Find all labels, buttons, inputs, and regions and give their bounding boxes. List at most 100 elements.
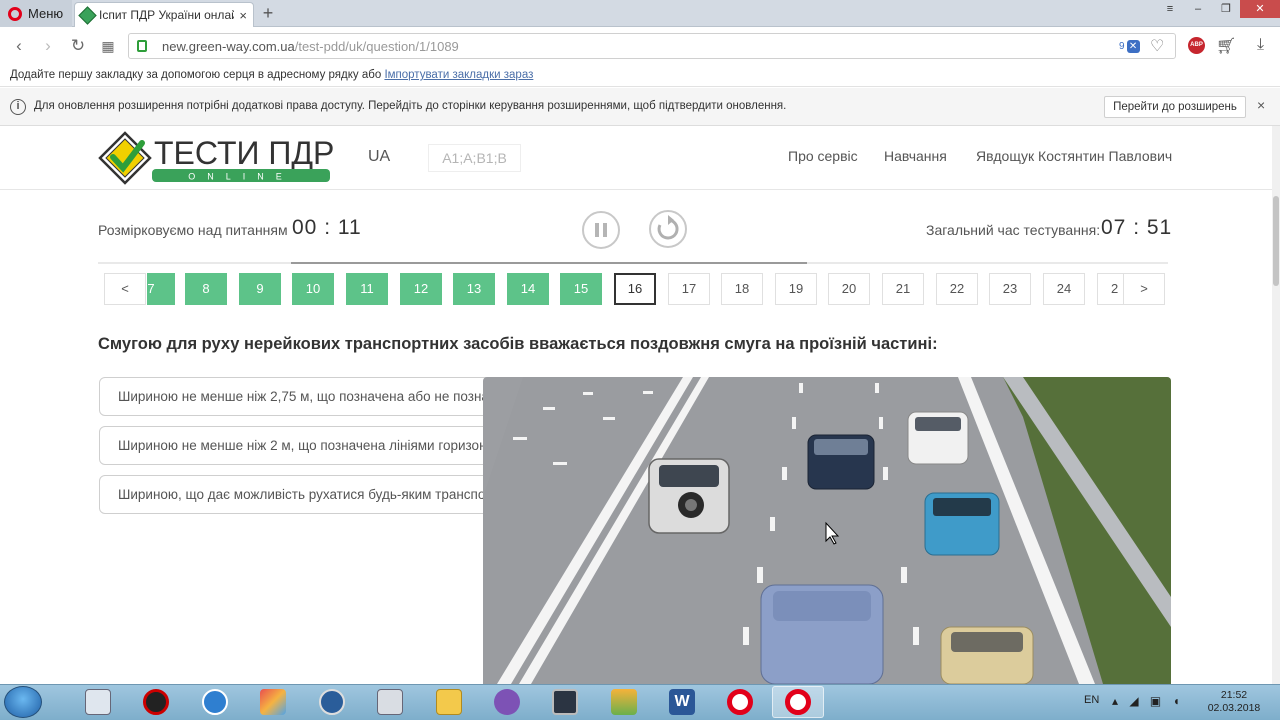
clock-date: 02.03.2018 (1207, 702, 1261, 714)
question-timer-label: Розмірковуємо над питанням (98, 222, 288, 238)
opera-icon (785, 689, 811, 715)
import-bookmarks-link[interactable]: Імпортувати закладки зараз (384, 69, 533, 81)
media-player-icon (319, 689, 345, 715)
site-logo[interactable]: ТЕСТИ ПДР ONLINE (98, 131, 334, 185)
info-icon: i (10, 99, 26, 115)
pager-next-button[interactable]: > (1123, 273, 1165, 305)
ccleaner-icon (202, 689, 228, 715)
site-favicon-icon (78, 5, 97, 25)
cart-icon[interactable]: 🛒︎ (1216, 36, 1236, 56)
taskbar-opera-1[interactable] (714, 686, 766, 718)
close-window-icon[interactable]: ✕ (1240, 0, 1280, 18)
pager-question-23[interactable]: 23 (989, 273, 1031, 305)
taskbar-opera-2[interactable] (772, 686, 824, 718)
question-timer: 00 : 11 (292, 216, 362, 239)
pager-question-8[interactable]: 8 (185, 273, 227, 305)
taskbar-ccleaner[interactable] (189, 686, 241, 718)
question-text: Смугою для руху нерейкових транспортних … (98, 335, 938, 353)
opera-menu-button[interactable]: Меню (0, 0, 72, 27)
road-scene-image (483, 377, 1171, 684)
tracker-blocker-badge[interactable]: 9 ✕ (1119, 38, 1140, 53)
pager-question-24[interactable]: 24 (1043, 273, 1085, 305)
record-icon (143, 689, 169, 715)
shield-x-icon: ✕ (1126, 40, 1140, 53)
taskbar-game[interactable] (598, 686, 650, 718)
nav-training[interactable]: Навчання (884, 148, 947, 164)
calculator-icon (85, 689, 111, 715)
audio-icon (377, 689, 403, 715)
pager-question-10[interactable]: 10 (292, 273, 334, 305)
pager-question-13[interactable]: 13 (453, 273, 495, 305)
adblock-plus-icon[interactable]: ABP (1188, 37, 1205, 54)
window-controls: ≡ – ❐ ✕ (1156, 0, 1280, 20)
minimize-icon[interactable]: – (1184, 0, 1212, 18)
taskbar-media-player[interactable] (306, 686, 358, 718)
keyboard-language[interactable]: EN (1084, 694, 1099, 706)
url-path: /test-pdd/uk/question/1/1089 (294, 39, 459, 54)
bookmark-heart-icon[interactable]: ♡ (1150, 36, 1164, 56)
question-illustration (483, 377, 1171, 684)
language-switch[interactable]: UA (368, 148, 390, 166)
restore-icon[interactable]: ❐ (1212, 0, 1240, 18)
taskbar-viber[interactable] (481, 686, 533, 718)
pager-prev-button[interactable]: < (104, 273, 146, 305)
pager-question-21[interactable]: 21 (882, 273, 924, 305)
logo-diamond-icon: ТЕСТИ ПДР ONLINE (98, 131, 334, 185)
go-to-extensions-button[interactable]: Перейти до розширень (1104, 96, 1246, 118)
download-icon[interactable]: ⤓ (1257, 36, 1264, 54)
taskbar-explorer[interactable] (423, 686, 475, 718)
tabs-menu-icon[interactable]: ≡ (1156, 0, 1184, 18)
pager-question-20[interactable]: 20 (828, 273, 870, 305)
pager-question-15[interactable]: 15 (560, 273, 602, 305)
system-clock[interactable]: 21:52 02.03.2018 (1204, 689, 1264, 715)
url-host: new.green-way.com.ua (162, 39, 295, 54)
info-bar-close-icon[interactable]: × (1257, 97, 1265, 113)
new-tab-button[interactable]: + (258, 3, 278, 23)
taskbar-audio[interactable] (364, 686, 416, 718)
opera-logo-icon (8, 6, 22, 21)
bookmarks-bar: Додайте першу закладку за допомогою серц… (0, 65, 1280, 87)
url-text[interactable]: new.green-way.com.ua/test-pdd/uk/questio… (162, 39, 459, 54)
pager-question-17[interactable]: 17 (668, 273, 710, 305)
restart-button[interactable] (648, 209, 688, 249)
blocked-count: 9 (1119, 41, 1125, 52)
nav-about[interactable]: Про сервіс (788, 148, 858, 164)
logo-subtext: ONLINE (188, 172, 294, 182)
taskbar-photos[interactable] (247, 686, 299, 718)
browser-tab[interactable]: Іспит ПДР України онлайн × (74, 2, 254, 27)
pager-question-12[interactable]: 12 (400, 273, 442, 305)
info-bar-message: Для оновлення розширення потрібні додатк… (34, 100, 787, 112)
taskbar-word[interactable]: W (656, 686, 708, 718)
pager-question-22[interactable]: 22 (936, 273, 978, 305)
pause-button[interactable] (582, 211, 620, 249)
pager-question-9[interactable]: 9 (239, 273, 281, 305)
tab-close-icon[interactable]: × (239, 8, 247, 23)
menu-label: Меню (28, 6, 64, 21)
pager-question-18[interactable]: 18 (721, 273, 763, 305)
taskbar-recorder[interactable] (130, 686, 182, 718)
license-categories[interactable]: A1;A;B1;B (428, 144, 521, 172)
back-icon[interactable]: ‹ (9, 36, 29, 56)
clock-time: 21:52 (1220, 689, 1248, 701)
pager-question-16[interactable]: 16 (614, 273, 656, 305)
speed-dial-icon[interactable]: ▦ (98, 36, 118, 56)
scrollbar-thumb[interactable] (1273, 196, 1279, 286)
start-button[interactable] (4, 686, 42, 718)
word-icon: W (669, 689, 695, 715)
pager-question-14[interactable]: 14 (507, 273, 549, 305)
taskbar-calculator[interactable] (72, 686, 124, 718)
forward-icon[interactable]: › (38, 36, 58, 56)
pager-question-11[interactable]: 11 (346, 273, 388, 305)
reload-icon[interactable]: ↻ (68, 36, 88, 56)
taskbar-monitor[interactable] (539, 686, 591, 718)
pager-question-2[interactable]: 2 (1097, 273, 1123, 305)
monitor-icon (552, 689, 578, 715)
pager-question-19[interactable]: 19 (775, 273, 817, 305)
system-tray-icons[interactable]: ▴ ◢ ▣ ◖ (1112, 694, 1184, 708)
total-timer: 07 : 51 (1101, 216, 1173, 239)
timer-progress-fill (291, 262, 807, 264)
total-timer-label: Загальний час тестування: (926, 222, 1101, 238)
nav-user-name[interactable]: Явдощук Костянтин Павлович (976, 148, 1172, 164)
pager-question-7[interactable]: 7 (147, 273, 175, 305)
tab-title: Іспит ПДР України онлайн (99, 8, 235, 22)
